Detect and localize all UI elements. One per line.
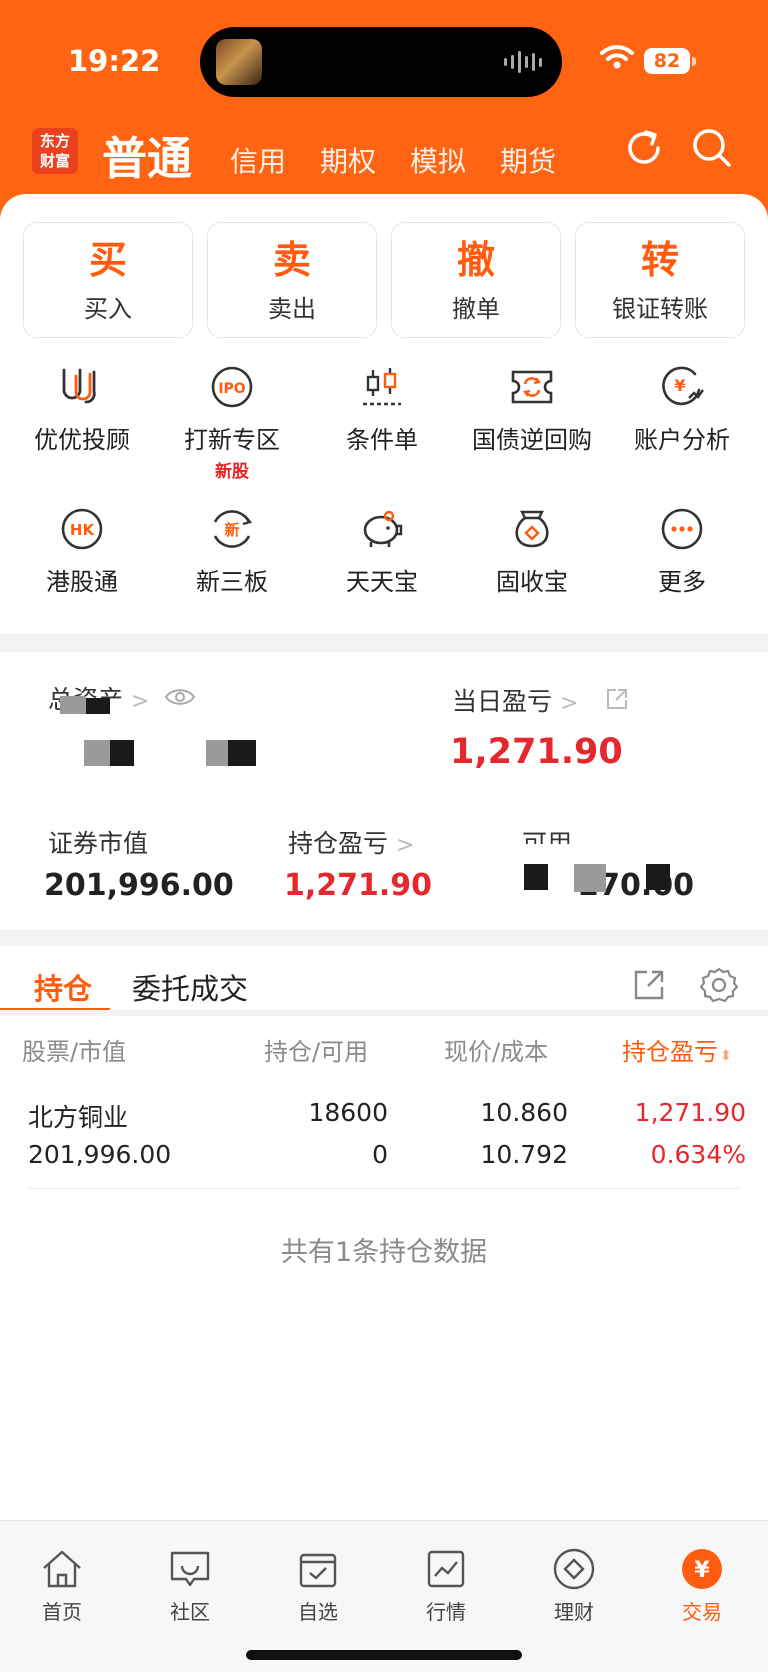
- row-divider: [28, 1188, 740, 1189]
- new-ipo-badge: 新股: [215, 462, 249, 482]
- daily-pnl-value: 1,271.90: [450, 732, 623, 772]
- battery-indicator: 82: [644, 48, 690, 74]
- masked-block: [228, 740, 256, 766]
- conditional-order-entry[interactable]: 条件单: [307, 366, 457, 455]
- new-third-board-entry[interactable]: 新 新三板: [157, 508, 307, 597]
- nav-home[interactable]: 首页: [12, 1548, 112, 1625]
- tab-orders[interactable]: 委托成交: [132, 966, 248, 1008]
- available-label: 可用: [522, 829, 573, 844]
- positions-count-note: 共有1条持仓数据: [280, 1237, 488, 1268]
- account-analysis-icon: ¥: [662, 366, 704, 406]
- current-price: 10.860: [480, 1098, 568, 1127]
- masked-block: [524, 864, 550, 890]
- refresh-icon[interactable]: [622, 126, 666, 170]
- nav-trade[interactable]: ¥ 交易: [652, 1548, 752, 1625]
- cancel-order-button[interactable]: 撤 撤单: [391, 222, 561, 338]
- fixed-income-entry[interactable]: 固收宝: [457, 508, 607, 597]
- ipo-zone-entry[interactable]: IPO 打新专区 新股: [157, 366, 307, 482]
- stock-market-value: 201,996.00: [28, 1140, 172, 1169]
- share-icon[interactable]: [604, 686, 630, 712]
- col-position-pnl[interactable]: 持仓盈亏 ⬍: [622, 1032, 732, 1067]
- settings-icon[interactable]: [700, 966, 738, 1004]
- uu-advisor-icon: [62, 368, 96, 404]
- status-time: 19:22: [68, 44, 161, 78]
- now-playing-thumbnail: [216, 39, 262, 85]
- new-board-icon: 新: [213, 510, 253, 548]
- ipo-icon: IPO: [211, 366, 253, 408]
- uu-advisor-entry[interactable]: 优优投顾: [7, 366, 157, 455]
- hk-connect-entry[interactable]: HK 港股通: [7, 508, 157, 597]
- svg-text:¥: ¥: [694, 1558, 710, 1583]
- position-pnl: 1,271.90: [634, 1098, 746, 1127]
- nav-community[interactable]: 社区: [140, 1548, 240, 1625]
- candlestick-icon: [363, 368, 401, 406]
- tab-credit[interactable]: 信用: [230, 140, 286, 180]
- market-value-label: 证券市值: [48, 829, 149, 858]
- col-price-cost: 现价/成本: [444, 1038, 549, 1066]
- dynamic-island[interactable]: [200, 27, 562, 97]
- export-icon[interactable]: [632, 968, 666, 1002]
- search-icon[interactable]: [690, 126, 734, 170]
- svg-text:HK: HK: [70, 521, 96, 539]
- account-analysis-entry[interactable]: ¥ 账户分析: [607, 366, 757, 455]
- more-entry[interactable]: 更多: [607, 508, 757, 597]
- position-pnl-label[interactable]: 持仓盈亏 >: [288, 824, 414, 860]
- piggy-bank-icon: [363, 510, 403, 547]
- tab-normal-account[interactable]: 普通: [102, 122, 192, 187]
- position-pnl-percent: 0.634%: [650, 1140, 746, 1169]
- masked-block: [110, 740, 134, 766]
- tab-simulation[interactable]: 模拟: [410, 140, 466, 180]
- col-stock-market-value: 股票/市值: [22, 1038, 127, 1066]
- masked-block: [206, 740, 228, 766]
- repo-ticket-icon: [511, 370, 553, 404]
- battery-tip: [692, 57, 696, 66]
- watchlist-icon: [299, 1553, 337, 1588]
- community-icon: [170, 1551, 210, 1587]
- market-icon: [427, 1550, 465, 1588]
- sort-icon: ⬍: [720, 1048, 732, 1064]
- treasury-repo-entry[interactable]: 国债逆回购: [457, 366, 607, 455]
- money-bag-icon: [515, 510, 549, 548]
- cost-price: 10.792: [480, 1140, 568, 1169]
- position-pnl-value: 1,271.90: [284, 868, 433, 903]
- bank-transfer-button[interactable]: 转 银证转账: [575, 222, 745, 338]
- nav-watchlist[interactable]: 自选: [268, 1548, 368, 1625]
- buy-button[interactable]: 买 买入: [23, 222, 193, 338]
- col-position-available: 持仓/可用: [264, 1038, 369, 1066]
- svg-text:IPO: IPO: [218, 381, 245, 397]
- market-value: 201,996.00: [44, 868, 234, 903]
- masked-block: [84, 740, 110, 766]
- home-indicator[interactable]: [246, 1650, 522, 1660]
- trade-icon: ¥: [682, 1549, 722, 1589]
- eye-icon[interactable]: [164, 686, 196, 708]
- masked-block: [86, 698, 110, 714]
- tiantianbao-entry[interactable]: 天天宝: [307, 508, 457, 597]
- masked-block: [60, 696, 86, 714]
- home-icon: [43, 1550, 81, 1588]
- audio-wave-icon: [504, 49, 542, 75]
- masked-block: [574, 864, 606, 892]
- nav-market[interactable]: 行情: [396, 1548, 496, 1625]
- stock-name: 北方铜业: [28, 1103, 129, 1132]
- sell-button[interactable]: 卖 卖出: [207, 222, 377, 338]
- tab-futures[interactable]: 期货: [500, 140, 556, 180]
- wealth-icon: [553, 1548, 595, 1590]
- nav-wealth[interactable]: 理财: [524, 1548, 624, 1625]
- tab-holdings[interactable]: 持仓: [34, 966, 92, 1008]
- daily-pnl-label[interactable]: 当日盈亏 >: [452, 682, 578, 718]
- masked-block: [646, 864, 670, 890]
- available-qty: 0: [372, 1140, 388, 1169]
- position-qty: 18600: [308, 1098, 388, 1127]
- svg-text:新: 新: [224, 521, 239, 539]
- app-logo: 东方 财富: [32, 128, 78, 174]
- more-icon: [661, 508, 703, 550]
- tab-options[interactable]: 期权: [320, 140, 376, 180]
- tabs-divider: [0, 1010, 768, 1016]
- svg-text:¥: ¥: [674, 376, 685, 395]
- hk-icon: HK: [61, 508, 103, 550]
- wifi-icon: [600, 45, 634, 69]
